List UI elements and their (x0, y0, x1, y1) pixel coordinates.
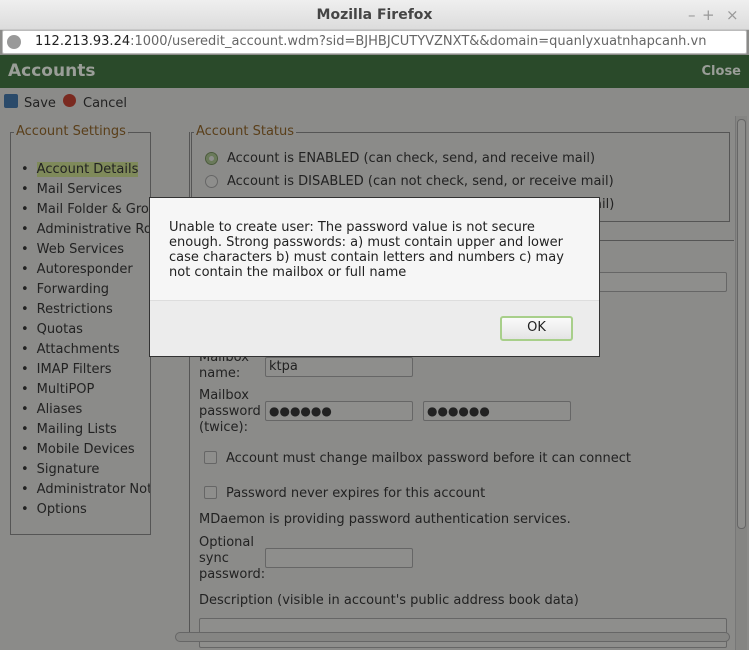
url-path: :1000/useredit_account.wdm?sid=BJHBJCUTY… (130, 34, 707, 49)
sidebar-item-forwarding[interactable]: Forwarding (21, 280, 150, 300)
sidebar-item-label: Mail Folder & Groups (36, 202, 150, 217)
description-label: Description (visible in account's public… (199, 593, 579, 608)
sidebar-item-aliases[interactable]: Aliases (21, 400, 150, 420)
settings-nav: Account Details Mail Services Mail Folder … (21, 160, 151, 520)
url-host: 112.213.93.24 (35, 34, 131, 49)
close-link[interactable]: Close (702, 64, 741, 79)
close-window-button[interactable]: × (726, 0, 739, 30)
radio-enabled[interactable] (205, 152, 218, 165)
accounts-header: Accounts Close (0, 55, 749, 88)
account-settings-panel: Account Settings Account DetailsMail Ser… (10, 132, 151, 535)
sidebar-item-mail-services[interactable]: Mail Services (21, 180, 150, 200)
globe-icon (7, 35, 21, 49)
save-icon (4, 94, 18, 108)
cancel-button[interactable]: Cancel (83, 96, 127, 111)
status-legend: Account Status (194, 124, 297, 139)
sidebar-item-autoresponder[interactable]: Autoresponder (21, 260, 150, 280)
sidebar-item-label: Autoresponder (36, 262, 133, 277)
settings-legend-text: Account Settings (14, 124, 128, 139)
sidebar-item-label: Forwarding (36, 282, 110, 297)
page-title: Accounts (8, 61, 96, 81)
sync-password-input[interactable] (265, 548, 413, 568)
sidebar-item-administrative-roles[interactable]: Administrative Roles (21, 220, 151, 240)
radio-disabled[interactable] (205, 175, 218, 188)
sidebar-item-mailing-lists[interactable]: Mailing Lists (21, 420, 150, 440)
auth-note: MDaemon is providing password authentica… (199, 512, 571, 527)
sidebar-item-web-services[interactable]: Web Services (21, 240, 150, 260)
must-change-checkbox[interactable] (204, 451, 217, 464)
sidebar-item-label: IMAP Filters (36, 362, 112, 377)
sidebar-item-label: Mobile Devices (36, 442, 135, 457)
scrollbar-thumb[interactable] (737, 119, 746, 529)
sidebar-item-imap-filters[interactable]: IMAP Filters (21, 360, 150, 380)
sidebar-item-label: Web Services (36, 242, 124, 257)
toolbar: Save Cancel (0, 88, 749, 116)
sidebar-item-label: Mailing Lists (36, 422, 117, 437)
sidebar-item-restrictions[interactable]: Restrictions (21, 300, 150, 320)
sidebar-item-label: Administrator Notes (36, 482, 150, 497)
mailbox-name-input[interactable]: ktpa (265, 357, 413, 377)
sidebar-item-quotas[interactable]: Quotas (21, 320, 150, 340)
minimize-button[interactable]: – (688, 0, 696, 30)
sidebar-item-label: Mail Services (36, 182, 123, 197)
sidebar-item-label: Administrative Roles (36, 222, 151, 237)
save-button[interactable]: Save (24, 96, 56, 111)
alert-dialog: Unable to create user: The password valu… (149, 197, 600, 357)
sync-password-label: Optional sync password: (199, 535, 266, 582)
sidebar-item-account-details[interactable]: Account Details (21, 160, 150, 180)
sidebar-item-label: MultiPOP (36, 382, 95, 397)
sidebar-item-multipop[interactable]: MultiPOP (21, 380, 150, 400)
maximize-button[interactable]: + (702, 0, 715, 30)
sidebar-item-administrator-notes[interactable]: Administrator Notes (21, 480, 150, 500)
password-confirm-input[interactable]: ●●●●●● (423, 401, 571, 421)
sidebar-item-signature[interactable]: Signature (21, 460, 150, 480)
window-title: Mozilla Firefox (316, 7, 433, 23)
sidebar-item-label: Options (36, 502, 87, 517)
alert-message: Unable to create user: The password valu… (169, 220, 564, 280)
sidebar-item-label: Account Details (36, 162, 139, 177)
sidebar-item-mail-folder-groups[interactable]: Mail Folder & Groups (21, 200, 150, 220)
sidebar-item-label: Quotas (36, 322, 83, 337)
window-titlebar: Mozilla Firefox (0, 0, 749, 30)
sidebar-item-label: Aliases (36, 402, 83, 417)
must-change-label: Account must change mailbox password bef… (226, 451, 631, 466)
sidebar-item-label: Attachments (36, 342, 120, 357)
never-expires-label: Password never expires for this account (226, 486, 486, 501)
sidebar-item-attachments[interactable]: Attachments (21, 340, 150, 360)
horizontal-scrollbar[interactable] (175, 632, 730, 642)
password-label: Mailbox password (twice): (199, 388, 261, 435)
enabled-label: Account is ENABLED (can check, send, and… (227, 151, 596, 166)
sidebar-item-label: Restrictions (36, 302, 113, 317)
sidebar-item-options[interactable]: Options (21, 500, 150, 520)
ok-button[interactable]: OK (500, 316, 573, 341)
never-expires-checkbox[interactable] (204, 486, 217, 499)
sidebar-item-mobile-devices[interactable]: Mobile Devices (21, 440, 150, 460)
vertical-scrollbar[interactable] (735, 116, 747, 650)
cancel-icon (63, 94, 76, 107)
disabled-label: Account is DISABLED (can not check, send… (227, 174, 614, 189)
dialog-footer: OK (150, 300, 599, 356)
password-input[interactable]: ●●●●●● (265, 401, 413, 421)
sidebar-item-label: Signature (36, 462, 100, 477)
url-bar[interactable]: 112.213.93.24:1000/useredit_account.wdm?… (2, 30, 747, 54)
